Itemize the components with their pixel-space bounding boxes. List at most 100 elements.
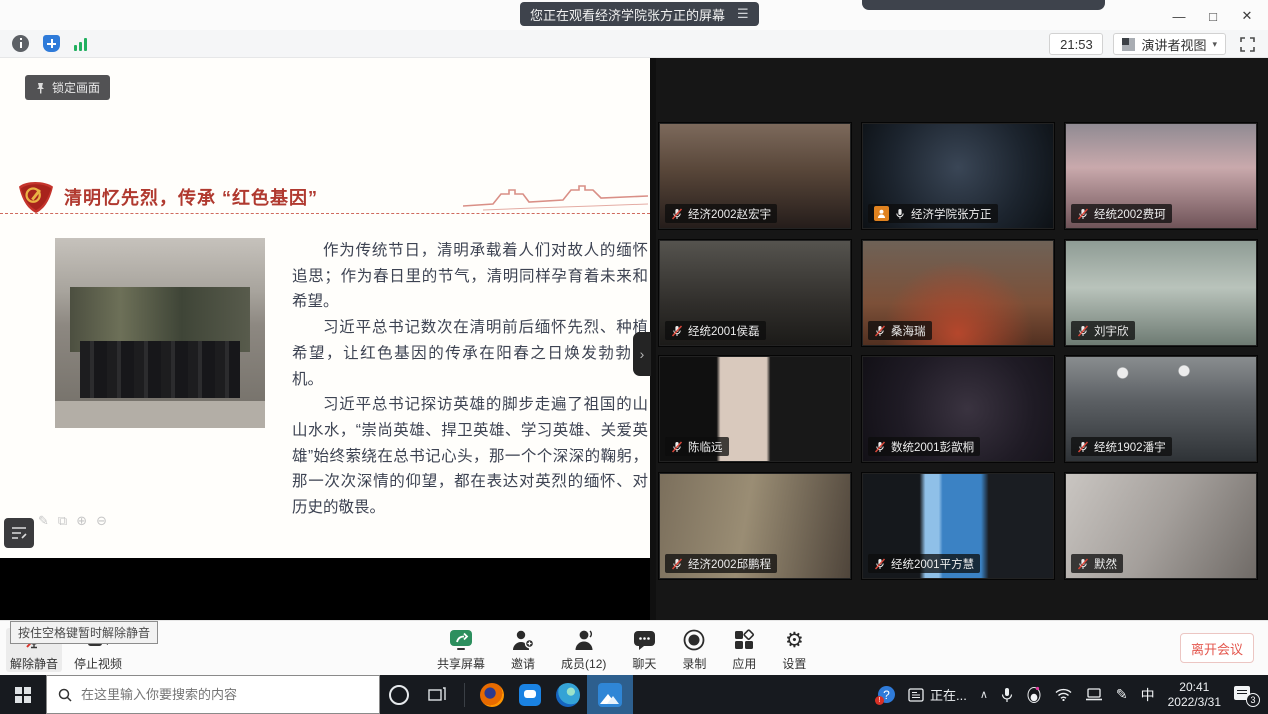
taskbar-separator (464, 683, 465, 707)
shared-screen: 锁定画面 清明忆先烈，传承 “红色基因” (0, 58, 650, 620)
tray-expand-chevron[interactable]: ∧ (980, 688, 988, 701)
participant-name-label: 经统2001侯磊 (665, 321, 766, 340)
minimize-button[interactable]: — (1166, 6, 1192, 26)
chat-app-button[interactable] (511, 675, 549, 714)
share-screen-button[interactable]: 共享屏幕 (437, 628, 485, 672)
apps-button[interactable]: 应用 (732, 628, 756, 672)
alert-badge: ! (875, 696, 884, 705)
qq-icon[interactable] (1026, 686, 1042, 703)
layout-view-icon (1122, 38, 1135, 51)
meeting-header: 21:53 演讲者视图 ▾ (0, 30, 1268, 58)
mic-muted-icon (1077, 441, 1089, 453)
taskbar-clock[interactable]: 20:41 2022/3/31 (1168, 680, 1221, 710)
copy-icon[interactable]: ⧉ (58, 513, 67, 529)
edge-button[interactable] (549, 675, 587, 714)
chat-button[interactable]: 聊天 (632, 628, 656, 672)
participant-tile[interactable]: 经济2002赵宏宇 (658, 122, 852, 230)
participant-tile[interactable]: 桑海瑞 (861, 239, 1055, 347)
ime-indicator[interactable]: 中 (1141, 685, 1155, 705)
notification-count-badge: 3 (1246, 693, 1260, 707)
start-button[interactable] (0, 675, 46, 714)
participant-tile[interactable]: 经济学院张方正 (861, 122, 1055, 230)
view-mode-button[interactable]: 演讲者视图 ▾ (1113, 33, 1226, 55)
mic-muted-icon (1077, 325, 1089, 337)
meeting-info-icon[interactable] (12, 35, 29, 52)
slide-title: 清明忆先烈，传承 “红色基因” (64, 184, 318, 210)
participant-grid: 经济2002赵宏宇 经济学院张方正 经统2002费珂 (656, 58, 1268, 620)
invite-button[interactable]: 邀请 (511, 628, 535, 672)
task-view-icon (428, 687, 446, 703)
meeting-duration: 21:53 (1049, 33, 1103, 55)
collapse-panel-handle[interactable]: › (633, 332, 651, 376)
meeting-app-button-active[interactable] (587, 675, 633, 714)
news-icon (908, 688, 924, 702)
wifi-icon[interactable] (1055, 688, 1072, 701)
security-shield-icon[interactable] (43, 35, 60, 52)
chevron-right-icon: › (640, 346, 645, 362)
participant-name-label: 经济2002邱鹏程 (665, 554, 777, 573)
mic-muted-icon (671, 441, 683, 453)
party-emblem-icon (16, 180, 56, 214)
windows-logo-icon (15, 687, 31, 703)
annotation-lines-icon (11, 526, 27, 540)
network-signal-icon (74, 37, 87, 51)
pen-icon[interactable]: ✎ (1116, 686, 1128, 703)
laptop-icon[interactable] (1085, 688, 1103, 701)
settings-button[interactable]: ⚙ 设置 (782, 628, 806, 672)
pin-view-button[interactable]: 锁定画面 (25, 75, 110, 100)
tray-mic-icon[interactable] (1001, 687, 1013, 703)
mic-muted-icon (874, 558, 886, 570)
members-button[interactable]: 成员(12) (561, 628, 606, 672)
clock-time: 20:41 (1179, 680, 1209, 694)
slide-paragraph: 习近平总书记探访英雄的脚步走遍了祖国的山山水水，“崇尚英雄、捍卫英雄、学习英雄、… (292, 392, 648, 521)
banner-menu-icon[interactable]: ☰ (737, 6, 749, 22)
search-input[interactable] (81, 687, 351, 702)
participant-tile[interactable]: 经统2001平方慧 (861, 472, 1055, 580)
participant-tile[interactable]: 陈临远 (658, 355, 852, 463)
participant-tile[interactable]: 默然 (1064, 472, 1258, 580)
participant-name-label: 经济学院张方正 (868, 204, 998, 223)
floating-toolbar-edge (862, 0, 1105, 10)
cortana-button[interactable] (380, 675, 418, 714)
firefox-button[interactable] (473, 675, 511, 714)
fullscreen-button[interactable] (1236, 33, 1258, 55)
pin-view-label: 锁定画面 (52, 79, 100, 96)
taskbar-search[interactable] (46, 675, 380, 714)
help-icon[interactable]: ?! (878, 686, 895, 703)
person-add-icon (511, 628, 535, 652)
view-mode-label: 演讲者视图 (1141, 35, 1206, 54)
participant-name-label: 刘宇欣 (1071, 321, 1135, 340)
annotation-tools-button[interactable] (4, 518, 34, 548)
mic-muted-icon (1077, 208, 1089, 220)
clock-date: 2022/3/31 (1168, 695, 1221, 709)
share-screen-icon (448, 628, 474, 652)
participant-tile[interactable]: 经统2001侯磊 (658, 239, 852, 347)
participant-tile[interactable]: 刘宇欣 (1064, 239, 1258, 347)
participant-tile[interactable]: 经济2002邱鹏程 (658, 472, 852, 580)
cortana-icon (389, 685, 409, 705)
participant-tile[interactable]: 数统2001彭歆桐 (861, 355, 1055, 463)
gear-icon: ⚙ (785, 628, 804, 652)
participant-tile[interactable]: 经统2002费珂 (1064, 122, 1258, 230)
apps-grid-icon (733, 628, 755, 652)
news-widget[interactable]: 正在... (908, 685, 967, 704)
meeting-window: 您正在观看经济学院张方正的屏幕 ☰ — □ ✕ 21:53 演讲者视图 ▾ (0, 0, 1268, 714)
maximize-button[interactable]: □ (1200, 6, 1226, 26)
watching-banner: 您正在观看经济学院张方正的屏幕 ☰ (520, 2, 759, 26)
mic-muted-icon (671, 208, 683, 220)
pen-icon[interactable]: ✎ (38, 513, 49, 529)
meeting-app-icon (598, 683, 622, 707)
mic-on-icon (894, 208, 906, 220)
notification-center-button[interactable]: 3 (1234, 685, 1258, 705)
leave-meeting-button[interactable]: 离开会议 (1180, 633, 1254, 663)
task-view-button[interactable] (418, 675, 456, 714)
close-button[interactable]: ✕ (1234, 6, 1260, 26)
participant-tile[interactable]: 经统1902潘宇 (1064, 355, 1258, 463)
slide-paragraph: 作为传统节日，清明承载着人们对故人的缅怀追思；作为春日里的节气，清明同样孕育着未… (292, 238, 648, 315)
window-titlebar: 您正在观看经济学院张方正的屏幕 ☰ — □ ✕ (0, 0, 1268, 30)
chat-app-icon (519, 684, 541, 706)
mic-muted-icon (874, 325, 886, 337)
zoom-in-icon[interactable]: ⊕ (76, 513, 87, 529)
record-button[interactable]: 录制 (682, 628, 706, 672)
zoom-out-icon[interactable]: ⊖ (96, 513, 107, 529)
